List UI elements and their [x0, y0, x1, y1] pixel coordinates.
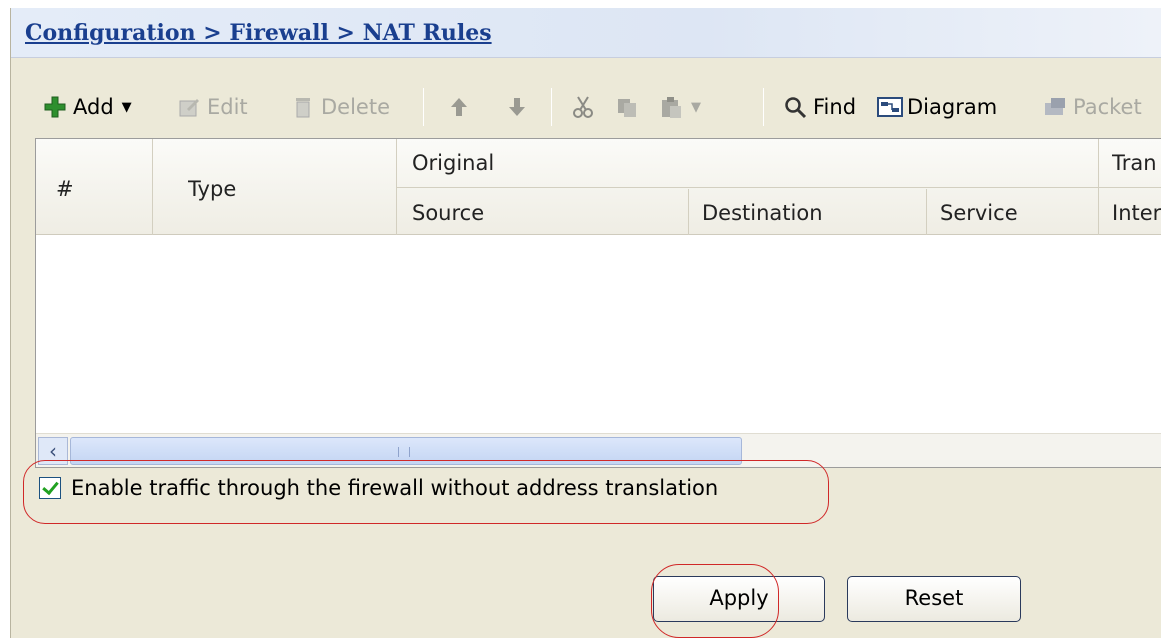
column-group-translated: Tran [1112, 151, 1157, 175]
packet-tracer-button[interactable]: Packet [1043, 90, 1142, 124]
column-header-service[interactable]: Service [940, 201, 1018, 225]
cut-button[interactable] [571, 90, 595, 124]
find-label: Find [813, 95, 857, 119]
edit-icon [177, 95, 201, 119]
paste-icon [659, 95, 683, 119]
highlight-oval [23, 460, 829, 524]
chevron-down-icon: ▼ [121, 99, 132, 115]
search-icon [783, 95, 807, 119]
column-divider [688, 189, 689, 235]
toolbar-separator [423, 88, 424, 126]
toolbar-separator [763, 88, 764, 126]
column-group-original: Original [412, 151, 495, 175]
paste-button[interactable]: ▼ [659, 90, 701, 124]
column-header-type[interactable]: Type [188, 177, 236, 201]
scissors-icon [571, 95, 595, 119]
column-header-interface[interactable]: Inter [1112, 201, 1161, 225]
table-header: # Type Original Tran Source Destination … [36, 139, 1161, 235]
grip-icon [398, 447, 410, 457]
column-header-number[interactable]: # [56, 177, 74, 201]
column-header-source[interactable]: Source [412, 201, 484, 225]
edit-button[interactable]: Edit [177, 90, 248, 124]
column-header-destination[interactable]: Destination [702, 201, 823, 225]
packet-icon [1043, 95, 1067, 119]
column-divider [152, 139, 153, 235]
diagram-icon [877, 95, 903, 119]
copy-button[interactable] [615, 90, 639, 124]
add-icon [43, 95, 67, 119]
group-divider [397, 187, 1161, 188]
move-down-button[interactable] [505, 90, 529, 124]
find-button[interactable]: Find [783, 90, 856, 124]
delete-button[interactable]: Delete [291, 90, 390, 124]
nat-rules-panel: Configuration > Firewall > NAT Rules Add… [10, 8, 1161, 638]
arrow-up-icon [447, 95, 471, 119]
add-label: Add [73, 95, 114, 119]
copy-icon [615, 95, 639, 119]
diagram-button[interactable]: Diagram [877, 90, 997, 124]
chevron-down-icon: ▼ [691, 99, 701, 115]
delete-label: Delete [321, 95, 390, 119]
arrow-down-icon [505, 95, 529, 119]
trash-icon [291, 95, 315, 119]
title-bar: Configuration > Firewall > NAT Rules [11, 8, 1161, 58]
toolbar-separator [551, 88, 552, 126]
breadcrumb[interactable]: Configuration > Firewall > NAT Rules [25, 20, 492, 46]
edit-label: Edit [207, 95, 248, 119]
toolbar: Add ▼ Edit Delete ▼ Find Diagram Packet [11, 80, 1161, 130]
highlight-oval [651, 564, 779, 638]
column-divider [926, 189, 927, 235]
diagram-label: Diagram [907, 95, 998, 119]
move-up-button[interactable] [447, 90, 471, 124]
add-button[interactable]: Add ▼ [43, 90, 132, 124]
reset-button[interactable]: Reset [847, 576, 1021, 622]
nat-rules-table: # Type Original Tran Source Destination … [35, 138, 1161, 468]
packet-label: Packet [1073, 95, 1142, 119]
